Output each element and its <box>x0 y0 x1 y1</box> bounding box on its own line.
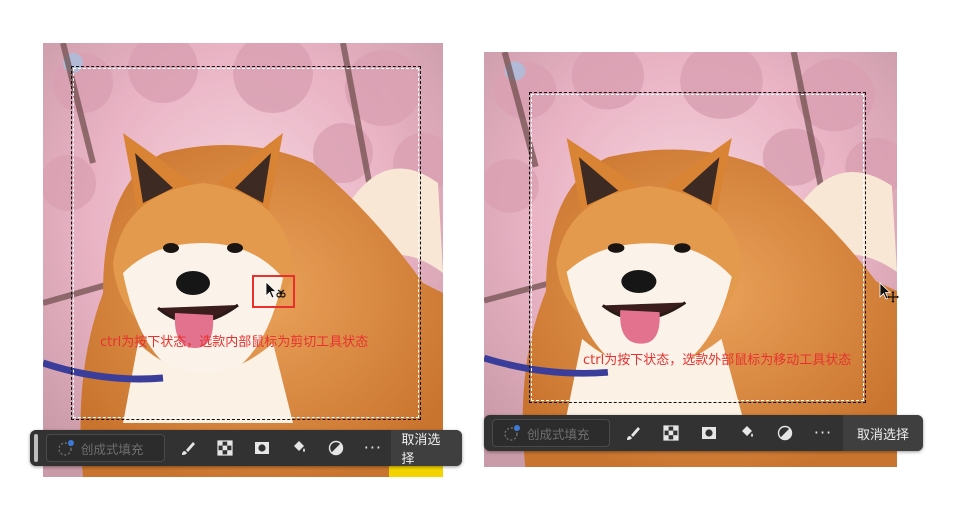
brush-button[interactable] <box>169 430 206 466</box>
annotation-left: ctrl为按下状态，选款内部鼠标为剪切工具状态 <box>100 335 369 350</box>
generative-fill-button[interactable]: 创成式填充 <box>45 434 166 462</box>
paint-bucket-icon <box>742 426 753 437</box>
mask-icon <box>702 427 716 439</box>
selection-marquee-left[interactable] <box>71 66 421 420</box>
more-icon: ··· <box>363 438 382 457</box>
deselect-button[interactable]: 取消选择 <box>842 415 923 451</box>
paint-bucket-icon <box>293 441 305 452</box>
generative-fill-button[interactable]: 创成式填充 <box>492 419 610 447</box>
adjustment-icon <box>328 440 344 456</box>
fill-button[interactable] <box>280 430 317 466</box>
fill-button[interactable] <box>728 415 766 451</box>
deselect-button[interactable]: 取消选择 <box>391 430 463 467</box>
mask-button[interactable] <box>690 415 728 451</box>
more-button[interactable]: ··· <box>354 430 391 466</box>
checkerboard-icon <box>217 440 233 456</box>
taskbar-grip[interactable] <box>34 434 38 462</box>
transparency-button[interactable] <box>652 415 690 451</box>
transparency-button[interactable] <box>206 430 243 466</box>
adjustment-button[interactable] <box>766 415 804 451</box>
contextual-taskbar-right: 创成式填充 ··· 取消选择 <box>484 415 923 451</box>
adjustment-icon <box>777 425 793 441</box>
annotation-right: ctrl为按下状态，选款外部鼠标为移动工具状态 <box>583 353 852 368</box>
generative-fill-icon <box>58 440 74 456</box>
scissors-cursor-icon <box>265 281 286 299</box>
generative-fill-icon <box>504 425 520 441</box>
more-button[interactable]: ··· <box>804 415 842 451</box>
adjustment-button[interactable] <box>317 430 354 466</box>
mask-button[interactable] <box>243 430 280 466</box>
brush-icon <box>181 442 195 455</box>
contextual-taskbar-left: 创成式填充 ··· 取消选择 <box>30 430 463 467</box>
mask-icon <box>254 442 269 454</box>
checkerboard-icon <box>663 425 679 441</box>
brush-button[interactable] <box>614 415 652 451</box>
more-icon: ··· <box>813 423 833 442</box>
move-cursor-icon <box>879 282 899 303</box>
brush-icon <box>627 427 640 440</box>
